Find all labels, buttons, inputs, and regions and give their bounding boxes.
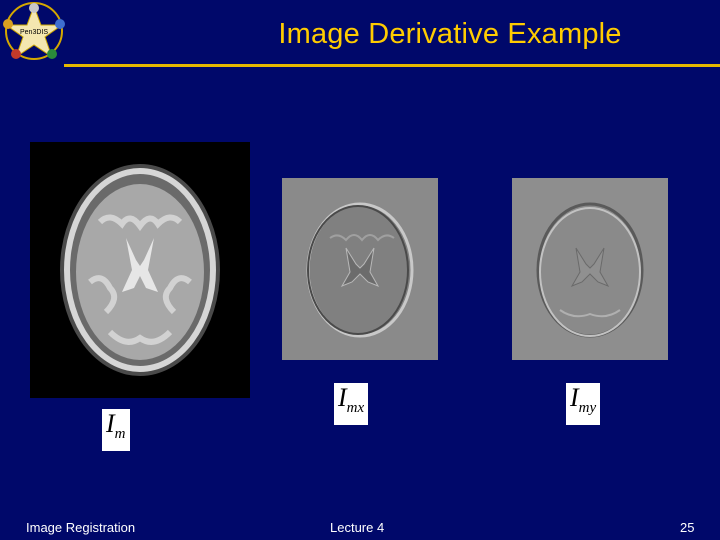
y-derivative-image — [512, 178, 668, 360]
slide-title: Image Derivative Example — [278, 18, 622, 50]
x-derivative-image — [282, 178, 438, 360]
footer-course: Image Registration — [26, 520, 136, 535]
title-underline — [64, 64, 720, 67]
page-number: 25 — [680, 520, 695, 535]
slide: Pen3DIS Image Derivative Example Im Imx … — [0, 0, 720, 540]
svg-text:Pen3DIS: Pen3DIS — [20, 29, 48, 36]
pen3dis-logo: Pen3DIS — [3, 2, 65, 60]
label-imx: Imx — [334, 383, 369, 425]
label-imy: Imy — [566, 383, 601, 425]
brain-mri-image — [30, 142, 250, 398]
footer-lecture: Lecture 4 — [330, 520, 385, 535]
label-im: Im — [102, 409, 130, 451]
